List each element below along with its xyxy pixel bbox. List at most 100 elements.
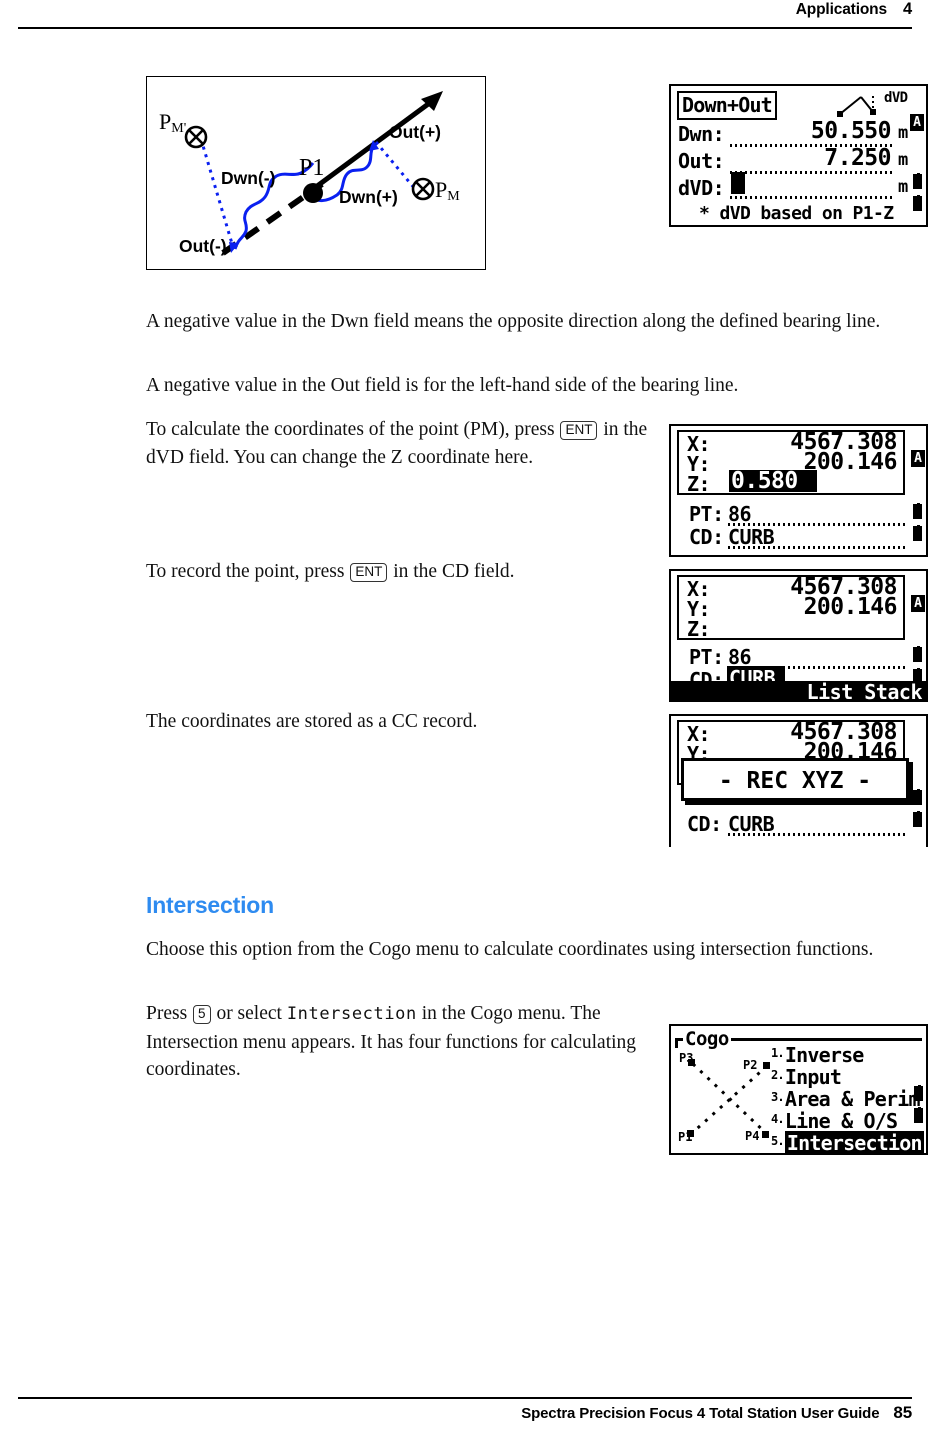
lcd-screen-down-out: Down+Out dVD A Dwn: 50.550 m Out: 7.250 … [669, 84, 928, 227]
rec-xyz-dialog: - REC XYZ - [681, 758, 909, 801]
field-label-cd: CD: [687, 812, 722, 836]
battery-icon-2 [913, 525, 922, 541]
offset-line-negative [199, 138, 235, 248]
label-p1: P1 [299, 155, 325, 181]
cogo-menu-title: Cogo [683, 1028, 731, 1050]
cogo-point-label-p3: P3 [679, 1051, 694, 1065]
ent-key-glyph: ENT [350, 562, 388, 582]
lcd-menu-item-name: Intersection [286, 1004, 417, 1024]
cogo-item-number: 2. [771, 1068, 785, 1082]
cogo-item-label: Area & Perim [784, 1087, 921, 1111]
battery-icon-2 [914, 1107, 923, 1123]
paragraph-calculate-coordinates: To calculate the coordinates of the poin… [146, 416, 666, 471]
footer-note-dvd: * dVD based on P1-Z [699, 203, 894, 224]
battery-icon-1 [913, 503, 922, 519]
screen-title-down-out: Down+Out [677, 91, 777, 120]
paragraph-calc-text-a: To calculate the coordinates of the poin… [146, 419, 555, 440]
battery-icon-2 [913, 811, 922, 827]
cogo-item-number: 4. [771, 1112, 785, 1126]
battery-icon-1 [913, 789, 922, 805]
paragraph-cc-record: The coordinates are stored as a CC recor… [146, 711, 478, 732]
footer-guide-title: Spectra Precision Focus 4 Total Station … [521, 1403, 912, 1423]
cogo-item-number: 1. [771, 1046, 785, 1060]
softkey-bar[interactable]: List Stack [671, 681, 926, 700]
field-underline-cd [728, 546, 905, 549]
paragraph-intersection-intro: Choose this option from the Cogo menu to… [146, 939, 874, 960]
cogo-menu-item-inverse[interactable]: 1.Inverse [771, 1043, 864, 1067]
paragraph-record-point: To record the point, press ENT in the CD… [146, 558, 666, 586]
header-chapter-number: 4 [902, 0, 912, 18]
field-label-cd: CD: [689, 525, 724, 549]
p1-point-marker [303, 183, 323, 203]
cogo-menu-item-line-os[interactable]: 4.Line & O/S [771, 1109, 898, 1133]
field-value-z: 0.580 [731, 468, 798, 494]
field-label-pt: PT: [689, 502, 724, 526]
lcd-screen-coordinates-cd-edit: X: 4567.308 Y: 200.146 Z: A PT: 86 CD: C… [669, 569, 928, 702]
paragraph-record-text-b: in the CD field. [393, 561, 515, 582]
field-label-dvd: dVD: [678, 176, 725, 200]
field-value-out[interactable]: 7.250 [781, 145, 891, 171]
field-label-out: Out: [678, 149, 725, 173]
battery-icon-1 [914, 1085, 923, 1101]
battery-icon-1 [913, 173, 922, 189]
dvd-icon-label: dVD [884, 90, 908, 106]
footer-guide-label: Spectra Precision Focus 4 Total Station … [521, 1405, 880, 1422]
paragraph-out-negative: A negative value in the Out field is for… [146, 375, 739, 396]
field-label-pt: PT: [689, 645, 724, 669]
field-value-y: 200.146 [803, 594, 898, 620]
paragraph-press5-text-b: or select [216, 1003, 282, 1024]
lcd-screen-coordinates-z-edit: X: 4567.308 Y: 200.146 Z: 0.580 A PT: 86… [669, 424, 928, 557]
label-pm-prime: PM' [159, 109, 187, 136]
field-underline-out [730, 171, 895, 174]
label-out-negative: Out(-) [179, 236, 227, 256]
paragraph-press-5: Press 5 or select Intersection in the Co… [146, 1000, 666, 1084]
pm-prime-marker [184, 125, 208, 149]
field-label-z: Z: [687, 617, 711, 641]
cogo-point-label-p2: P2 [743, 1058, 758, 1072]
field-unit-out: m [898, 150, 908, 170]
cogo-point-label-p4: P4 [745, 1129, 760, 1143]
page-footer: Spectra Precision Focus 4 Total Station … [0, 1397, 930, 1427]
cogo-menu-item-area-perim[interactable]: 3.Area & Perim [771, 1087, 921, 1111]
lcd-screen-cogo-menu: Cogo P3 P2 P1 P4 1.Inverse 2.Input 3.Are… [669, 1024, 928, 1155]
cogo-item-label: Inverse [784, 1043, 864, 1067]
field-value-dwn[interactable]: 50.550 [781, 118, 892, 144]
field-underline-cd [728, 833, 905, 836]
down-and-out-bearing-diagram: PM' PM P1 Dwn(-) Dwn(+) Out(-) Out(+) [146, 76, 486, 270]
field-label-dwn: Dwn: [678, 122, 725, 146]
field-underline-dvd [730, 196, 895, 199]
footer-page-number: 85 [893, 1403, 912, 1422]
cogo-item-number: 3. [771, 1090, 785, 1104]
header-section-title: Applications 4 [796, 0, 912, 19]
field-cursor-dvd[interactable] [731, 172, 745, 194]
field-unit-dwn: m [898, 123, 908, 143]
cogo-frame-left-tick [675, 1038, 678, 1048]
footer-divider [18, 1397, 912, 1399]
label-dwn-negative: Dwn(-) [221, 168, 276, 188]
cogo-item-label: Input [784, 1065, 842, 1089]
label-dwn-positive: Dwn(+) [339, 187, 398, 207]
cogo-item-label: Intersection [784, 1131, 924, 1155]
header-section-label: Applications [795, 1, 887, 18]
field-value-z-highlight[interactable]: 0.580 [729, 468, 817, 494]
battery-icon-2 [913, 195, 922, 211]
mode-badge-a: A [911, 595, 925, 612]
field-label-z: Z: [687, 472, 711, 496]
cogo-menu-item-intersection[interactable]: 5. Intersection [771, 1131, 924, 1155]
section-heading-intersection: Intersection [146, 892, 274, 918]
label-pm: PM [435, 177, 460, 204]
paragraph-press5-text-a: Press [146, 1003, 188, 1024]
pm-marker [411, 177, 435, 201]
lcd-screen-rec-xyz: X: 4567.308 Y: 200.146 - REC XYZ - CD: C… [669, 714, 928, 847]
cogo-item-number: 5. [771, 1134, 785, 1148]
cogo-menu-item-input[interactable]: 2.Input [771, 1065, 842, 1089]
paragraph-dwn-negative: A negative value in the Dwn field means … [146, 311, 881, 332]
five-key-glyph: 5 [193, 1004, 211, 1024]
mode-badge-a: A [910, 114, 924, 131]
label-out-positive: Out(+) [389, 122, 442, 142]
field-unit-dvd: m [898, 177, 908, 197]
battery-icon-1 [913, 646, 922, 662]
page-header: Applications 4 [0, 0, 930, 32]
cogo-item-label: Line & O/S [784, 1109, 898, 1133]
cogo-point-label-p1: P1 [678, 1130, 693, 1144]
